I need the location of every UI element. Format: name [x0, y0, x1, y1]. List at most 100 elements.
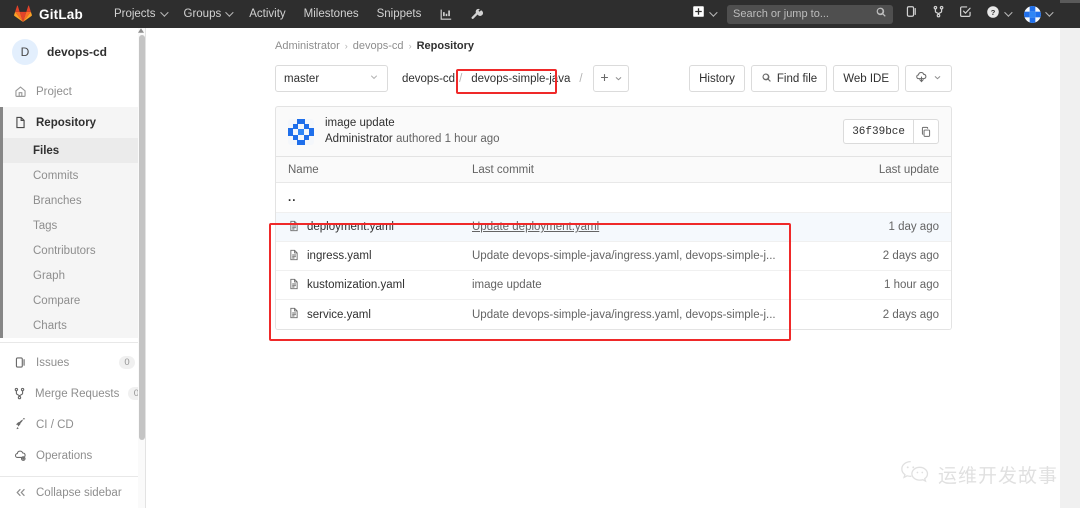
sidebar-item-ci-cd[interactable]: CI / CD — [0, 409, 145, 440]
chevron-down-icon — [933, 73, 942, 85]
nav-item-activity-label: Activity — [249, 8, 286, 20]
file-last-commit-link[interactable]: Update deployment.yaml — [472, 221, 851, 233]
repository-actions: History Find file Web IDE — [683, 65, 952, 92]
page-scrollbar-top-cap — [1060, 0, 1080, 3]
path-crumb-root[interactable]: devops-cd — [402, 73, 455, 85]
chevron-down-icon — [709, 8, 718, 17]
sidebar-item-repository[interactable]: Repository — [0, 107, 145, 138]
chevron-down-icon — [1004, 8, 1013, 17]
commit-author[interactable]: Administrator — [325, 133, 393, 145]
commit-sha-group: 36f39bce — [843, 119, 939, 144]
cloud-gear-icon — [13, 449, 27, 462]
top-navigation-bar: GitLab Projects Groups Activity Mileston… — [0, 0, 1080, 28]
file-last-commit-link[interactable]: image update — [472, 279, 851, 291]
issues-nav-button[interactable] — [898, 0, 925, 28]
user-identicon-avatar — [1024, 5, 1041, 23]
collapse-sidebar-button[interactable]: Collapse sidebar — [0, 476, 145, 508]
file-name-cell[interactable]: deployment.yaml — [276, 220, 472, 235]
todo-check-icon — [959, 5, 972, 23]
nav-item-milestones[interactable]: Milestones — [295, 2, 368, 26]
breadcrumb-item-project[interactable]: devops-cd — [353, 40, 404, 52]
sidebar-subitem-files[interactable]: Files — [3, 138, 145, 163]
commit-message[interactable]: image update — [325, 116, 500, 131]
help-menu-button[interactable]: ? — [979, 0, 1017, 29]
file-name-cell[interactable]: service.yaml — [276, 307, 472, 322]
commit-sha[interactable]: 36f39bce — [843, 119, 913, 144]
search-placeholder: Search or jump to... — [733, 8, 829, 20]
chevron-down-icon — [369, 72, 379, 85]
document-icon — [13, 116, 27, 129]
breadcrumb-item-administrator[interactable]: Administrator — [275, 40, 340, 52]
todos-nav-button[interactable] — [952, 0, 979, 28]
copy-icon[interactable] — [913, 119, 939, 144]
plus-square-icon — [692, 5, 705, 23]
file-name-label: service.yaml — [307, 308, 371, 321]
branch-selector[interactable]: master — [275, 65, 388, 92]
nav-item-snippets[interactable]: Snippets — [368, 2, 431, 26]
nav-item-admin-area[interactable] — [461, 2, 492, 27]
breadcrumb-separator: › — [408, 41, 412, 51]
breadcrumb-separator: › — [344, 41, 348, 51]
merge-requests-nav-button[interactable] — [925, 0, 952, 28]
sidebar-subitem-contributors[interactable]: Contributors — [3, 238, 145, 263]
sidebar-item-project-label: Project — [36, 85, 72, 98]
sidebar-item-operations[interactable]: Operations — [0, 440, 145, 471]
file-name-cell[interactable]: kustomization.yaml — [276, 278, 472, 293]
sidebar-subitem-commits[interactable]: Commits — [3, 163, 145, 188]
nav-item-groups[interactable]: Groups — [175, 2, 241, 26]
file-last-update: 2 days ago — [882, 308, 939, 321]
chevron-down-icon — [1045, 8, 1054, 17]
merge-request-icon — [932, 5, 945, 23]
search-input[interactable]: Search or jump to... — [727, 4, 893, 24]
project-sidebar: D devops-cd Project Repository Files Com… — [0, 28, 146, 508]
sidebar-subitem-tags[interactable]: Tags — [3, 213, 145, 238]
sidebar-subitem-charts[interactable]: Charts — [3, 313, 145, 338]
table-row-parent-directory[interactable]: .. — [276, 183, 951, 213]
page-scrollbar[interactable] — [1060, 28, 1080, 508]
sidebar-item-issues-label: Issues — [36, 356, 70, 369]
sidebar-item-issues[interactable]: Issues 0 — [0, 347, 145, 378]
sidebar-scrollbar[interactable] — [137, 27, 145, 508]
table-row[interactable]: service.yaml Update devops-simple-java/i… — [276, 300, 951, 329]
user-menu-button[interactable] — [1017, 1, 1058, 28]
sidebar-item-project[interactable]: Project — [0, 76, 145, 107]
nav-item-activity[interactable]: Activity — [240, 2, 294, 26]
wrench-admin-icon — [470, 8, 484, 21]
file-name-label: ingress.yaml — [307, 250, 372, 262]
web-ide-button[interactable]: Web IDE — [833, 65, 899, 92]
sidebar-item-ci-cd-label: CI / CD — [36, 418, 74, 431]
sidebar-project-header[interactable]: D devops-cd — [0, 28, 145, 76]
sidebar-subitem-branches[interactable]: Branches — [3, 188, 145, 213]
parent-directory-cell: .. — [276, 192, 472, 204]
file-last-commit-link[interactable]: Update devops-simple-java/ingress.yaml, … — [472, 309, 851, 321]
top-nav-right-cluster: Search or jump to... ? — [685, 0, 1058, 28]
sidebar-repository-submenu: Files Commits Branches Tags Contributors… — [0, 138, 145, 338]
nav-item-projects[interactable]: Projects — [105, 2, 175, 26]
sidebar-item-repository-label: Repository — [36, 116, 97, 129]
table-row[interactable]: ingress.yaml Update devops-simple-java/i… — [276, 242, 951, 271]
issues-icon — [905, 5, 918, 23]
sidebar-subitem-graph[interactable]: Graph — [3, 263, 145, 288]
sidebar-subitem-compare[interactable]: Compare — [3, 288, 145, 313]
nav-item-analytics[interactable] — [430, 2, 461, 27]
table-row[interactable]: deployment.yaml Update deployment.yaml 1… — [276, 213, 951, 242]
download-source-button[interactable] — [905, 65, 952, 92]
file-last-update: 1 hour ago — [884, 279, 939, 291]
history-button[interactable]: History — [689, 65, 745, 92]
file-document-icon — [288, 220, 300, 235]
file-name-cell[interactable]: ingress.yaml — [276, 249, 472, 264]
gitlab-home-link[interactable]: GitLab — [14, 5, 83, 23]
gitlab-repository-page: GitLab Projects Groups Activity Mileston… — [0, 0, 1080, 508]
add-to-repository-button[interactable] — [592, 65, 629, 92]
nav-item-projects-label: Projects — [113, 8, 156, 20]
new-item-button[interactable] — [685, 0, 722, 28]
sidebar-item-merge-requests[interactable]: Merge Requests 0 — [0, 378, 145, 409]
scroll-up-arrow-icon[interactable] — [137, 27, 144, 34]
table-row[interactable]: kustomization.yaml image update 1 hour a… — [276, 271, 951, 300]
find-file-button[interactable]: Find file — [750, 65, 828, 92]
file-last-commit-link[interactable]: Update devops-simple-java/ingress.yaml, … — [472, 250, 851, 262]
path-crumb-current[interactable]: devops-simple-java — [466, 70, 575, 88]
sidebar-item-merge-requests-label: Merge Requests — [35, 387, 120, 400]
sidebar-scrollbar-thumb[interactable] — [138, 35, 145, 440]
search-icon — [875, 5, 887, 23]
